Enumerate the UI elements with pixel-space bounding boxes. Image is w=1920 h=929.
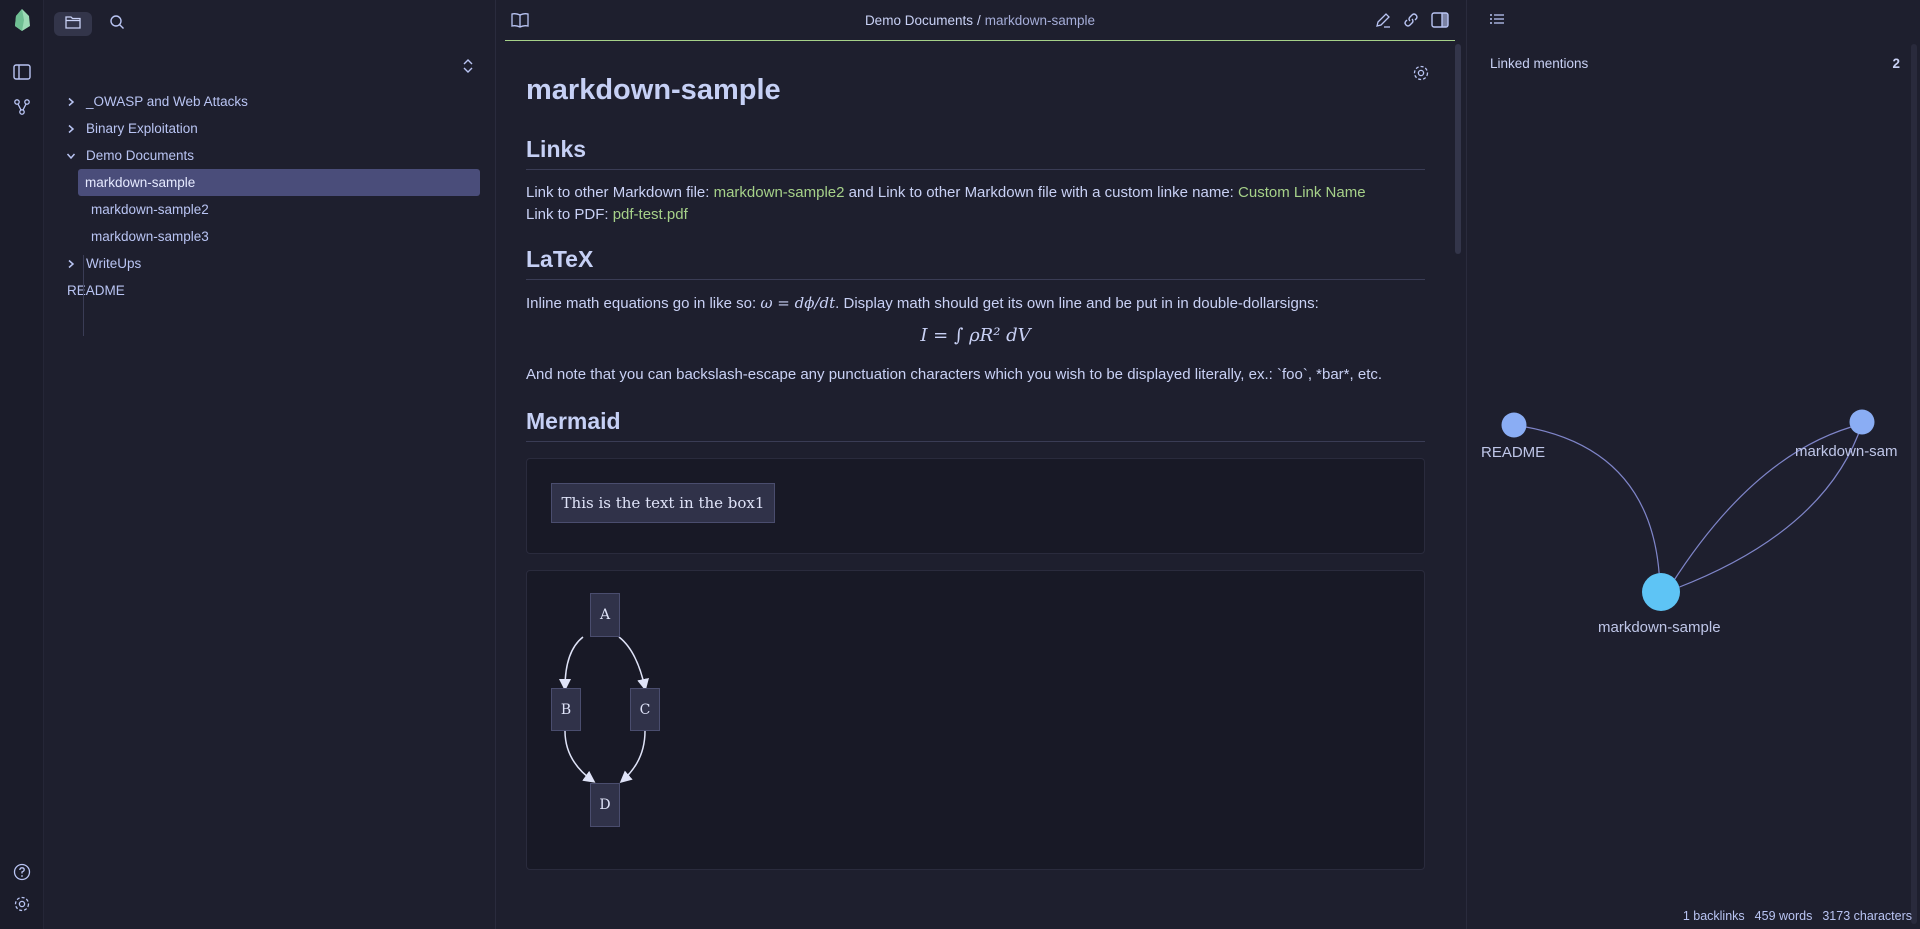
right-sidebar: Linked mentions 2 README markdown-sam ma…	[1467, 0, 1920, 929]
breadcrumb-separator: /	[976, 12, 981, 28]
help-icon[interactable]	[11, 861, 33, 883]
escape-paragraph: And note that you can backslash-escape a…	[526, 366, 1383, 383]
links-paragraph: Link to other Markdown file: markdown-sa…	[526, 182, 1425, 226]
backlinks-count[interactable]: 1 backlinks	[1683, 909, 1745, 923]
internal-link[interactable]: markdown-sample2	[714, 184, 845, 201]
graph-label-markdown-sample2: markdown-sam	[1795, 443, 1898, 460]
right-sidebar-toggle-icon[interactable]	[1430, 10, 1450, 30]
obsidian-logo-icon[interactable]	[11, 9, 33, 31]
breadcrumb-current[interactable]: markdown-sample	[985, 13, 1095, 28]
file-readme[interactable]: README	[56, 277, 480, 304]
tree-item-label: Demo Documents	[86, 148, 195, 163]
tree-item-label: markdown-sample2	[91, 202, 209, 217]
text: . Display math should get its own line a…	[835, 295, 1319, 312]
left-ribbon	[0, 0, 44, 929]
mermaid-node-label: This is the text in the box1	[561, 494, 765, 512]
right-pane-scrollbar[interactable]	[1911, 44, 1917, 924]
heading-links: Links	[526, 136, 1425, 170]
file-markdown-sample[interactable]: markdown-sample	[78, 169, 480, 196]
local-graph[interactable]	[1467, 0, 1907, 700]
settings-icon[interactable]	[11, 893, 33, 915]
inline-math: ω = dϕ/dt	[760, 294, 836, 312]
mermaid-node-box1: This is the text in the box1	[551, 483, 775, 523]
edit-icon[interactable]	[1373, 10, 1393, 30]
sidebar-tab-bar	[54, 12, 136, 36]
editor-pane: Demo Documents / markdown-sample markdow…	[496, 0, 1467, 929]
breadcrumb: Demo Documents / markdown-sample	[505, 0, 1455, 41]
file-markdown-sample3[interactable]: markdown-sample3	[56, 223, 480, 250]
pdf-link[interactable]: pdf-test.pdf	[613, 206, 688, 223]
sidebar-toggle-icon[interactable]	[11, 61, 33, 83]
mermaid-diagram-2: A B C D	[526, 570, 1425, 870]
graph-node-markdown-sample[interactable]	[1642, 573, 1680, 611]
tree-indent-guide	[83, 255, 84, 336]
chevron-down-icon	[64, 151, 78, 161]
latex-paragraph: Inline math equations go in like so: ω =…	[526, 292, 1425, 315]
file-explorer-sidebar: _OWASP and Web Attacks Binary Exploitati…	[44, 0, 496, 929]
folder-demo-documents[interactable]: Demo Documents	[56, 142, 480, 169]
tree-item-label: WriteUps	[86, 256, 142, 271]
tree-item-label: README	[67, 283, 125, 298]
mermaid-node-b: B	[551, 688, 581, 731]
text: Link to other Markdown file:	[526, 184, 714, 201]
mermaid-node-c: C	[630, 688, 660, 731]
graph-node-readme[interactable]	[1501, 412, 1527, 438]
editor-scrollbar[interactable]	[1455, 44, 1461, 254]
folder-writeups[interactable]: WriteUps	[56, 250, 480, 277]
chevron-right-icon	[64, 259, 78, 269]
files-tab[interactable]	[54, 12, 92, 36]
status-bar: 1 backlinks 459 words 3173 characters	[1683, 909, 1912, 923]
folder-owasp[interactable]: _OWASP and Web Attacks	[56, 88, 480, 115]
file-tree: _OWASP and Web Attacks Binary Exploitati…	[56, 88, 480, 304]
heading-latex: LaTeX	[526, 246, 1425, 280]
graph-view-icon[interactable]	[11, 96, 33, 118]
character-count: 3173 characters	[1822, 909, 1912, 923]
display-math: I = ∫ ρR² dV	[920, 325, 1031, 346]
link-icon[interactable]	[1401, 10, 1421, 30]
page-title: markdown-sample	[526, 74, 781, 106]
folder-binary-exploitation[interactable]: Binary Exploitation	[56, 115, 480, 142]
mermaid-node-a: A	[590, 593, 620, 637]
text: and Link to other Markdown file with a c…	[844, 184, 1239, 201]
graph-label-markdown-sample: markdown-sample	[1598, 619, 1721, 636]
collapse-all-icon[interactable]	[458, 56, 478, 76]
breadcrumb-parent[interactable]: Demo Documents	[865, 13, 973, 28]
tree-item-label: markdown-sample3	[91, 229, 209, 244]
mermaid-diagram-1: This is the text in the box1	[526, 458, 1425, 554]
tree-item-label: markdown-sample	[85, 175, 196, 190]
internal-link[interactable]: Custom Link Name	[1238, 184, 1366, 201]
heading-mermaid: Mermaid	[526, 408, 1425, 442]
word-count: 459 words	[1754, 909, 1813, 923]
file-markdown-sample2[interactable]: markdown-sample2	[56, 196, 480, 223]
chevron-right-icon	[64, 97, 78, 107]
files-icon	[65, 15, 81, 34]
search-tab[interactable]	[98, 12, 136, 36]
tree-item-label: Binary Exploitation	[86, 121, 198, 136]
graph-node-markdown-sample2[interactable]	[1849, 409, 1875, 435]
document-content: markdown-sample Links Link to other Mark…	[526, 44, 1425, 870]
tree-item-label: _OWASP and Web Attacks	[86, 94, 248, 109]
chevron-right-icon	[64, 124, 78, 134]
text: Link to PDF:	[526, 206, 613, 223]
graph-label-readme: README	[1481, 444, 1546, 461]
search-icon	[109, 14, 125, 35]
text: Inline math equations go in like so:	[526, 295, 761, 312]
mermaid-node-d: D	[590, 783, 620, 827]
